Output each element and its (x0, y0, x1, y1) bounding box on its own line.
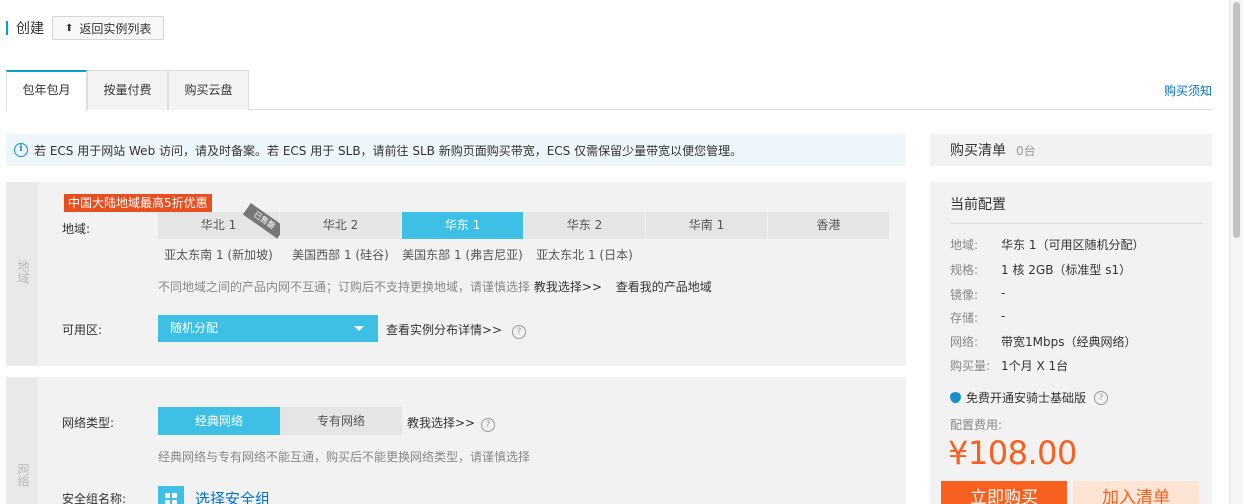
spec-value: - (1001, 286, 1006, 300)
tab-buy-disk[interactable]: 购买云盘 (168, 70, 249, 110)
region-option[interactable]: 华东 2 (524, 212, 645, 239)
security-group-label: 安全组名称: (62, 492, 127, 504)
region-option[interactable]: 美国东部 1 (弗吉尼亚) (402, 242, 523, 269)
page-header: 创建 ⬆ 返回实例列表 (6, 16, 165, 40)
promo-badge: 中国大陆地域最高5折优惠 (64, 194, 212, 212)
region-option[interactable]: 华南 1 (646, 212, 767, 239)
zone-label: 可用区: (62, 323, 103, 337)
tab-subscription[interactable]: 包年包月 (6, 70, 87, 111)
tab-pay-as-you-go[interactable]: 按量付费 (87, 70, 168, 110)
network-help: 教我选择>> ? (407, 414, 495, 432)
network-side-text: 网络 (16, 463, 30, 487)
back-to-list-button[interactable]: ⬆ 返回实例列表 (52, 16, 165, 40)
help-choose-link[interactable]: 教我选择>> (534, 280, 602, 294)
region-option[interactable]: 华北 1 已售罄 (158, 203, 286, 239)
section-side-label: 地域 (6, 182, 38, 366)
fee-label: 配置费用: (950, 418, 1003, 432)
section-side-label: 网络 (6, 377, 38, 504)
region-option-label: 华北 1 (200, 218, 237, 232)
scrollbar-thumb[interactable] (1233, 2, 1240, 238)
add-to-cart-button[interactable]: 加入清单 (1073, 481, 1199, 504)
cart-header: 购买清单 0台 (930, 134, 1212, 166)
region-hint-text: 不同地域之间的产品内网不互通；订购后不支持更换地域，请谨慎选择 (158, 280, 531, 294)
title-accent-bar (6, 21, 8, 35)
spec-row: 地域: 华东 1（可用区随机分配） (950, 236, 1144, 253)
help-icon[interactable]: ? (480, 418, 495, 432)
back-button-label: 返回实例列表 (79, 21, 152, 36)
spec-row: 购买量: 1个月 X 1台 (950, 357, 1068, 374)
config-title: 当前配置 (950, 197, 1006, 213)
current-config-panel: 当前配置 地域: 华东 1（可用区随机分配） 规格: 1 核 2GB（标准型 s1）… (930, 182, 1212, 504)
price-value: ¥108.00 (948, 434, 1077, 472)
region-hint: 不同地域之间的产品内网不互通；订购后不支持更换地域，请谨慎选择 教我选择>> 查… (158, 278, 712, 295)
scrollbar[interactable] (1229, 0, 1243, 504)
zone-select[interactable]: 随机分配 (158, 315, 378, 342)
spec-key: 地域: (950, 238, 979, 252)
spec-value: 带宽1Mbps（经典网络） (1001, 335, 1137, 349)
help-icon[interactable]: ? (1094, 390, 1109, 405)
region-option[interactable]: 亚太东南 1 (新加坡) (158, 242, 279, 269)
select-security-group-button[interactable]: 选择安全组 (195, 488, 270, 504)
buy-now-button[interactable]: 立即购买 (941, 481, 1067, 504)
my-regions-link[interactable]: 查看我的产品地域 (616, 280, 712, 294)
region-label: 地域: (62, 222, 91, 236)
network-hint: 经典网络与专有网络不能互通，购买后不能更换网络类型，请谨慎选择 (158, 450, 531, 464)
spec-value: 华东 1（可用区随机分配） (1001, 238, 1145, 252)
zone-detail-link[interactable]: 查看实例分布详情>> (386, 323, 502, 337)
page-title: 创建 (16, 21, 44, 37)
region-option[interactable]: 华北 2 (280, 212, 401, 239)
grid-icon[interactable] (158, 486, 184, 504)
network-section: 网络 (6, 377, 906, 504)
help-icon[interactable]: ? (511, 325, 526, 339)
shield-icon (950, 392, 961, 403)
region-side-text: 地域 (16, 260, 30, 284)
aegis-label: 免费开通安骑士基础版 (966, 391, 1087, 405)
cart-count: 0台 (1016, 143, 1036, 158)
region-option-selected[interactable]: 华东 1 (402, 212, 523, 239)
spec-value: 1 核 2GB（标准型 s1） (1001, 263, 1132, 277)
spec-key: 购买量: (950, 359, 991, 373)
spec-key: 规格: (950, 263, 979, 277)
spec-value: 1个月 X 1台 (1001, 359, 1069, 373)
aegis-option[interactable]: 免费开通安骑士基础版 ? (950, 389, 1109, 406)
spec-row: 网络: 带宽1Mbps（经典网络） (950, 333, 1136, 350)
arrow-up-icon: ⬆ (65, 22, 74, 34)
spec-value: - (1001, 309, 1006, 323)
cart-title: 购买清单 (950, 143, 1006, 159)
region-option[interactable]: 亚太东北 1 (日本) (524, 242, 645, 269)
spec-row: 规格: 1 核 2GB（标准型 s1） (950, 261, 1131, 278)
notice-banner: i 若 ECS 用于网站 Web 访问，请及时备案。若 ECS 用于 SLB，请… (6, 134, 906, 166)
notice-text: 若 ECS 用于网站 Web 访问，请及时备案。若 ECS 用于 SLB，请前往… (34, 143, 743, 158)
zone-select-value: 随机分配 (170, 321, 219, 335)
spec-row: 镜像: - (950, 286, 1005, 303)
divider (950, 223, 1203, 224)
region-option[interactable]: 美国西部 1 (硅谷) (280, 242, 401, 269)
spec-key: 存储: (950, 311, 979, 325)
spec-key: 镜像: (950, 288, 979, 302)
spec-key: 网络: (950, 335, 979, 349)
info-icon: i (14, 143, 28, 157)
zone-detail: 查看实例分布详情>> ? (386, 321, 526, 339)
chevron-down-icon (354, 326, 364, 331)
purchase-notice-link[interactable]: 购买须知 (1164, 82, 1212, 99)
billing-tabs: 包年包月 按量付费 购买云盘 (6, 70, 1212, 111)
spec-row: 存储: - (950, 309, 1005, 326)
network-help-link[interactable]: 教我选择>> (407, 416, 475, 430)
network-option-vpc[interactable]: 专有网络 (280, 407, 402, 435)
network-type-label: 网络类型: (62, 416, 115, 430)
network-option-classic[interactable]: 经典网络 (158, 407, 280, 435)
region-option[interactable]: 香港 (768, 212, 889, 239)
